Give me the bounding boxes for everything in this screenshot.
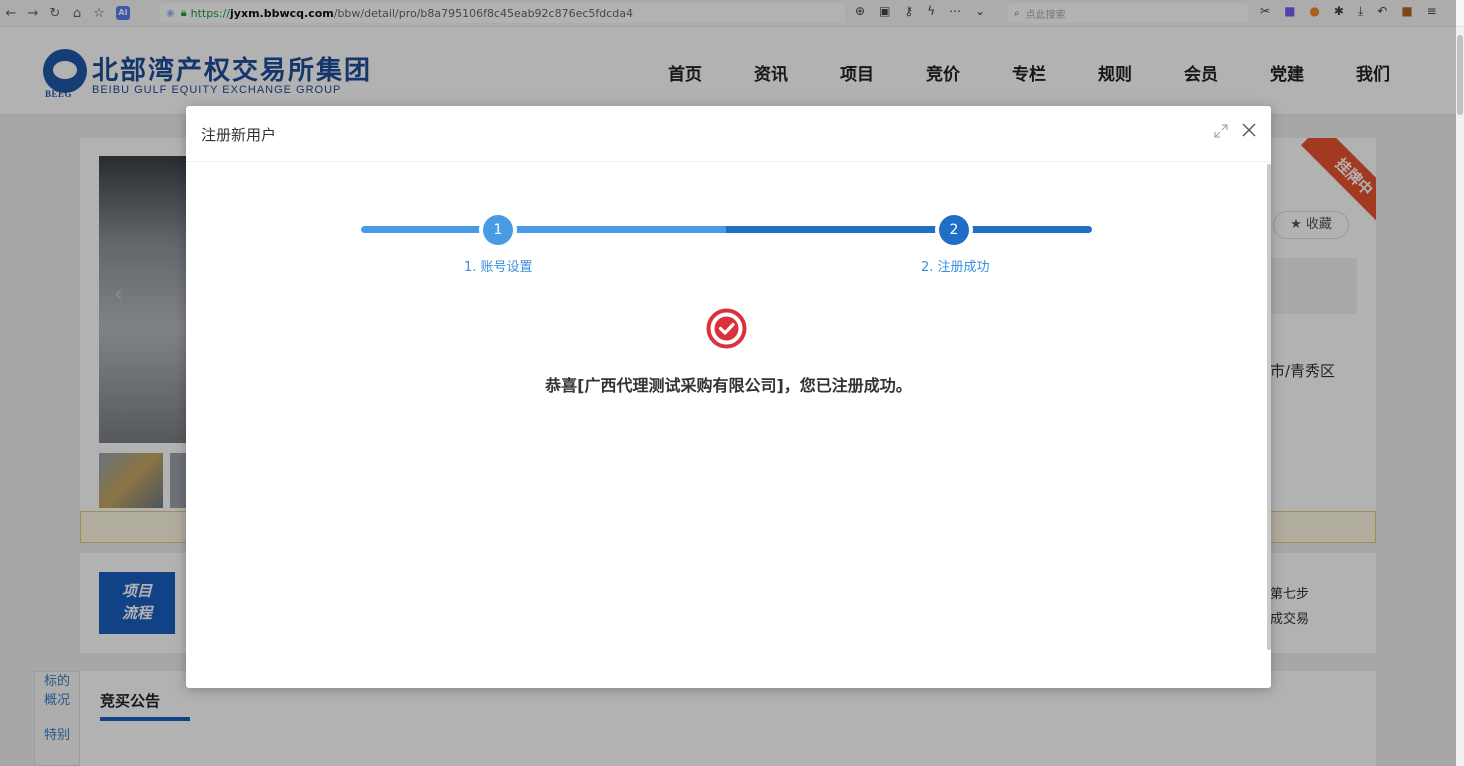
step-progress-done	[361, 226, 726, 233]
step-2-label: 2. 注册成功	[921, 260, 990, 275]
page-scrollbar[interactable]	[1456, 27, 1464, 766]
step-1-circle: 1	[479, 211, 517, 249]
modal-scrollbar[interactable]	[1267, 164, 1271, 650]
step-progress-current	[726, 226, 1092, 233]
expand-icon[interactable]	[1213, 123, 1229, 139]
close-icon[interactable]	[1240, 121, 1258, 139]
step-1-label: 1. 账号设置	[464, 260, 533, 275]
modal-header: 注册新用户	[186, 106, 1271, 162]
page-scrollbar-thumb[interactable]	[1457, 35, 1463, 115]
success-message: 恭喜[广西代理测试采购有限公司]，您已注册成功。	[545, 376, 912, 395]
modal-title: 注册新用户	[201, 126, 277, 144]
step-2-circle: 2	[935, 211, 973, 249]
success-check-icon	[706, 308, 747, 349]
register-modal: 注册新用户 1 2 1. 账号设置 2. 注册成功 恭喜[广西代理测试采购有限公…	[186, 106, 1271, 688]
